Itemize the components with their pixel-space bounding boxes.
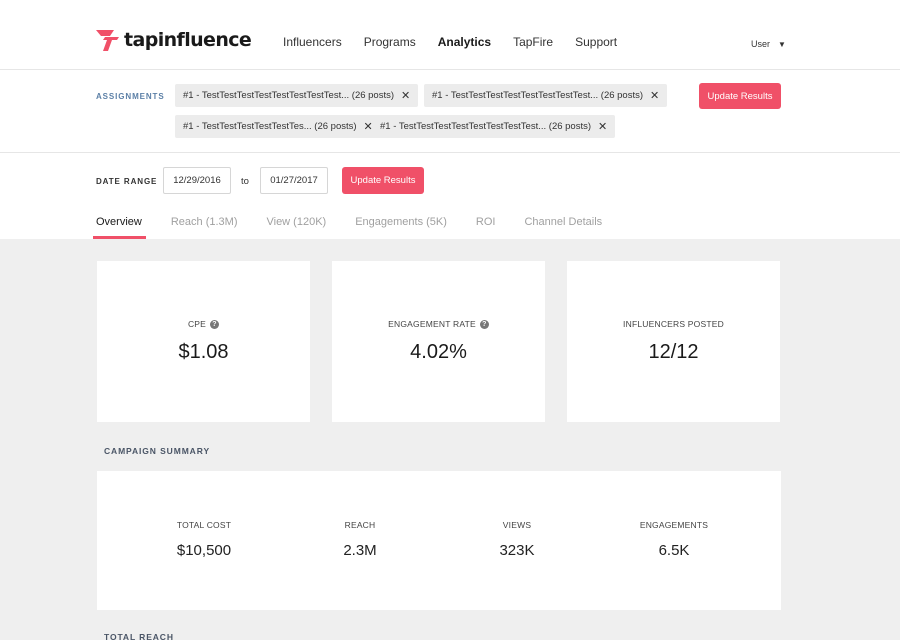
- summary-value: 2.3M: [343, 542, 377, 559]
- summary-value: $10,500: [176, 542, 232, 559]
- assignment-chip-label: #1 - TestTestTestTestTestTestTestTest...…: [183, 90, 395, 101]
- summary-label: REACH: [344, 520, 376, 530]
- start-date-input[interactable]: 12/29/2016: [163, 167, 231, 194]
- assignments-label: ASSIGNMENTS: [96, 92, 165, 101]
- metric-label-text: CPE: [187, 319, 207, 329]
- user-menu[interactable]: User ▼: [751, 39, 786, 49]
- summary-label: VIEWS: [502, 520, 532, 530]
- summary-engagements: ENGAGEMENTS 6.5K: [614, 520, 734, 559]
- assignment-chip-label: #1 - TestTestTestTestTestTestTestTest...…: [432, 90, 644, 101]
- metric-value: 12/12: [648, 341, 699, 363]
- assignment-chip: #1 - TestTestTestTestTestTestTestTest...…: [372, 115, 616, 138]
- metric-card-engagement-rate: ENGAGEMENT RATE ? 4.02%: [332, 261, 545, 422]
- close-icon[interactable]: ✕: [401, 89, 410, 102]
- chevron-down-icon: ▼: [778, 39, 786, 49]
- summary-total-cost: TOTAL COST $10,500: [144, 520, 264, 559]
- summary-label: ENGAGEMENTS: [639, 520, 709, 530]
- tab-reach[interactable]: Reach (1.3M): [171, 215, 238, 239]
- metric-value: $1.08: [178, 341, 229, 363]
- tab-channel-details[interactable]: Channel Details: [524, 215, 602, 239]
- summary-label: TOTAL COST: [176, 520, 232, 530]
- assignment-chip: #1 - TestTestTestTestTestTestTestTest...…: [175, 84, 419, 107]
- nav-item-influencers[interactable]: Influencers: [283, 35, 342, 49]
- assignments-update-button[interactable]: Update Results: [699, 83, 781, 109]
- tapinfluence-logo-icon: [96, 29, 119, 51]
- tab-engagements[interactable]: Engagements (5K): [355, 215, 447, 239]
- brand-logo[interactable]: tapinfluence: [96, 29, 252, 51]
- metric-card-influencers-posted: INFLUENCERS POSTED 12/12: [567, 261, 780, 422]
- close-icon[interactable]: ✕: [598, 120, 607, 133]
- tab-view[interactable]: View (120K): [266, 215, 326, 239]
- help-icon[interactable]: ?: [210, 319, 220, 329]
- close-icon[interactable]: ✕: [650, 89, 659, 102]
- nav-item-programs[interactable]: Programs: [364, 35, 416, 49]
- summary-reach: REACH 2.3M: [300, 520, 420, 559]
- metric-card-cpe: CPE ? $1.08: [97, 261, 310, 422]
- assignment-chip-label: #1 - TestTestTestTestTestTes... (26 post…: [183, 121, 357, 132]
- metric-label: CPE ?: [97, 319, 310, 329]
- tab-overview[interactable]: Overview: [93, 215, 146, 239]
- assignment-chip-label: #1 - TestTestTestTestTestTestTestTest...…: [380, 121, 592, 132]
- date-range-label: DATE RANGE: [96, 177, 158, 186]
- top-header: tapinfluence Influencers Programs Analyt…: [0, 0, 900, 70]
- summary-value: 6.5K: [658, 542, 690, 559]
- date-separator: to: [241, 176, 249, 187]
- assignments-section: ASSIGNMENTS #1 - TestTestTestTestTestTes…: [0, 70, 900, 153]
- metric-label-text: ENGAGEMENT RATE: [388, 319, 476, 329]
- nav-item-support[interactable]: Support: [575, 35, 617, 49]
- user-name: User: [751, 39, 771, 49]
- brand-name: tapinfluence: [124, 29, 252, 51]
- help-icon[interactable]: ?: [479, 319, 489, 329]
- metric-label: INFLUENCERS POSTED: [567, 319, 780, 329]
- assignment-chip: #1 - TestTestTestTestTestTes... (26 post…: [175, 115, 381, 138]
- metric-value: 4.02%: [410, 341, 467, 363]
- tab-roi[interactable]: ROI: [476, 215, 496, 239]
- campaign-summary-title: CAMPAIGN SUMMARY: [104, 446, 211, 456]
- nav-item-tapfire[interactable]: TapFire: [513, 35, 553, 49]
- assignment-chip: #1 - TestTestTestTestTestTestTestTest...…: [424, 84, 668, 107]
- metric-label-text: INFLUENCERS POSTED: [623, 319, 724, 329]
- date-update-button[interactable]: Update Results: [342, 167, 424, 194]
- summary-views: VIEWS 323K: [457, 520, 577, 559]
- nav-item-analytics[interactable]: Analytics: [438, 35, 491, 49]
- main-nav: Influencers Programs Analytics TapFire S…: [283, 35, 639, 49]
- metric-label: ENGAGEMENT RATE ?: [332, 319, 545, 329]
- summary-value: 323K: [499, 542, 535, 559]
- total-reach-title: TOTAL REACH: [104, 632, 174, 640]
- end-date-input[interactable]: 01/27/2017: [260, 167, 328, 194]
- analytics-tabs: Overview Reach (1.3M) View (120K) Engage…: [93, 215, 631, 239]
